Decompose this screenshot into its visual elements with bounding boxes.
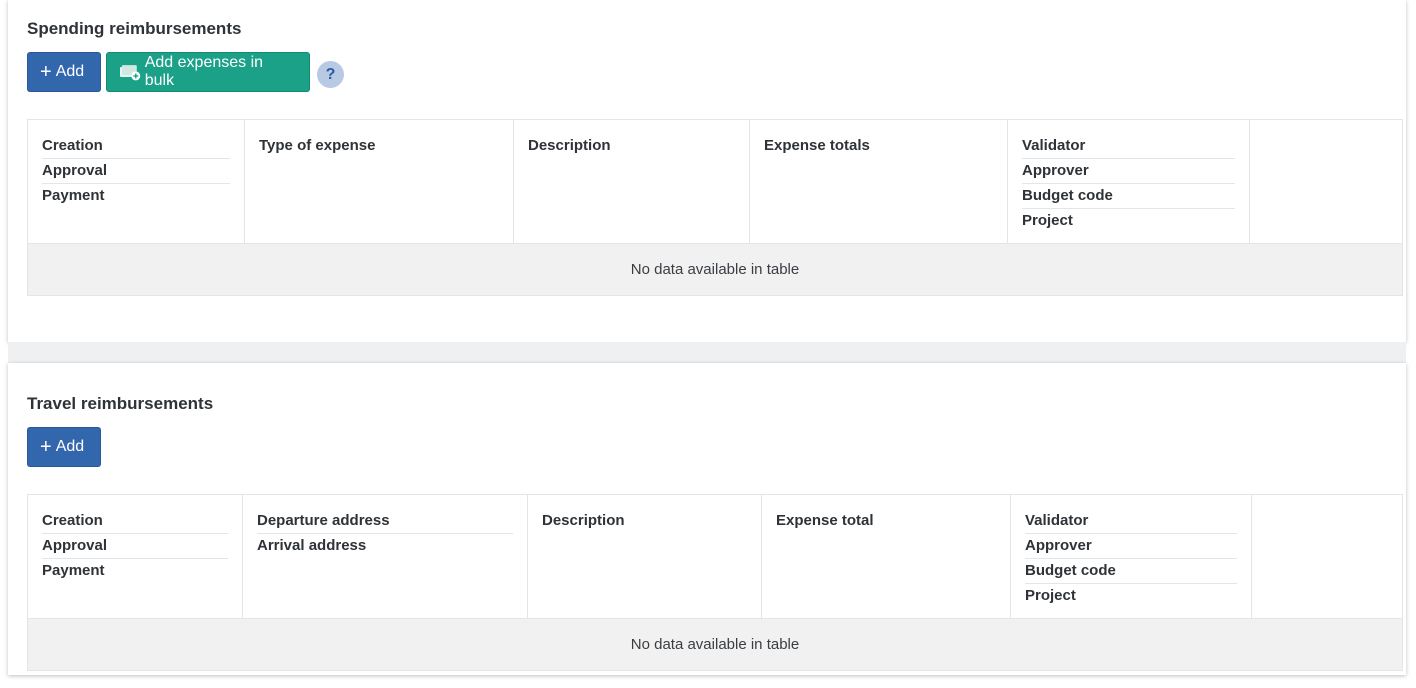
col-validator: Validator <box>1022 134 1235 159</box>
bulk-label: Add expenses in bulk <box>144 54 264 89</box>
col-validator: Validator <box>1025 509 1237 534</box>
money-stack-icon <box>119 65 141 81</box>
col-budget-code: Budget code <box>1022 184 1235 209</box>
col-project: Project <box>1022 212 1073 229</box>
help-icon[interactable]: ? <box>317 61 344 88</box>
col-approval: Approval <box>42 534 228 559</box>
col-payment: Payment <box>42 187 105 204</box>
col-actions <box>1252 495 1402 618</box>
plus-icon: + <box>40 436 52 458</box>
add-expenses-bulk-button[interactable]: Add expenses in bulk <box>106 52 310 92</box>
travel-title: Travel reimbursements <box>27 394 214 413</box>
plus-icon: + <box>40 61 52 83</box>
travel-table-header: Creation Approval Payment Departure addr… <box>28 495 1402 619</box>
col-type-of-expense[interactable]: Type of expense <box>245 120 514 243</box>
travel-add-button[interactable]: + Add <box>27 427 101 467</box>
spending-table-header: Creation Approval Payment Type of expens… <box>28 120 1402 244</box>
col-type-label: Type of expense <box>259 137 376 154</box>
col-expense-total-label: Expense total <box>776 512 874 529</box>
section-divider <box>8 342 1406 363</box>
col-arrival-address: Arrival address <box>257 537 367 554</box>
travel-empty-row: No data available in table <box>28 619 1402 670</box>
col-description-label: Description <box>528 137 611 154</box>
col-budget-code: Budget code <box>1025 559 1237 584</box>
col-approval: Approval <box>42 159 230 184</box>
col-expense-totals-label: Expense totals <box>764 137 870 154</box>
spending-table: Creation Approval Payment Type of expens… <box>27 119 1403 296</box>
col-people[interactable]: Validator Approver Budget code Project <box>1008 120 1250 243</box>
col-creation: Creation <box>42 134 230 159</box>
col-expense-totals[interactable]: Expense totals <box>750 120 1008 243</box>
col-addresses[interactable]: Departure address Arrival address <box>243 495 528 618</box>
spending-add-label: Add <box>55 63 85 80</box>
col-dates[interactable]: Creation Approval Payment <box>28 495 243 618</box>
travel-reimbursements-panel: Travel reimbursements + Add Creation App… <box>8 363 1406 675</box>
col-description[interactable]: Description <box>528 495 762 618</box>
spending-title: Spending reimbursements <box>27 19 242 38</box>
spending-empty-row: No data available in table <box>28 244 1402 295</box>
col-approver: Approver <box>1025 534 1237 559</box>
col-actions <box>1250 120 1402 243</box>
col-people[interactable]: Validator Approver Budget code Project <box>1011 495 1252 618</box>
col-payment: Payment <box>42 562 105 579</box>
col-approver: Approver <box>1022 159 1235 184</box>
col-description[interactable]: Description <box>514 120 750 243</box>
col-description-label: Description <box>542 512 625 529</box>
col-creation: Creation <box>42 509 228 534</box>
travel-add-label: Add <box>55 438 85 455</box>
travel-table: Creation Approval Payment Departure addr… <box>27 494 1403 671</box>
spending-reimbursements-panel: Spending reimbursements + Add Add expens… <box>8 0 1406 342</box>
col-dates[interactable]: Creation Approval Payment <box>28 120 245 243</box>
spending-add-button[interactable]: + Add <box>27 52 101 92</box>
col-project: Project <box>1025 587 1076 604</box>
col-departure-address: Departure address <box>257 509 513 534</box>
col-expense-total[interactable]: Expense total <box>762 495 1011 618</box>
